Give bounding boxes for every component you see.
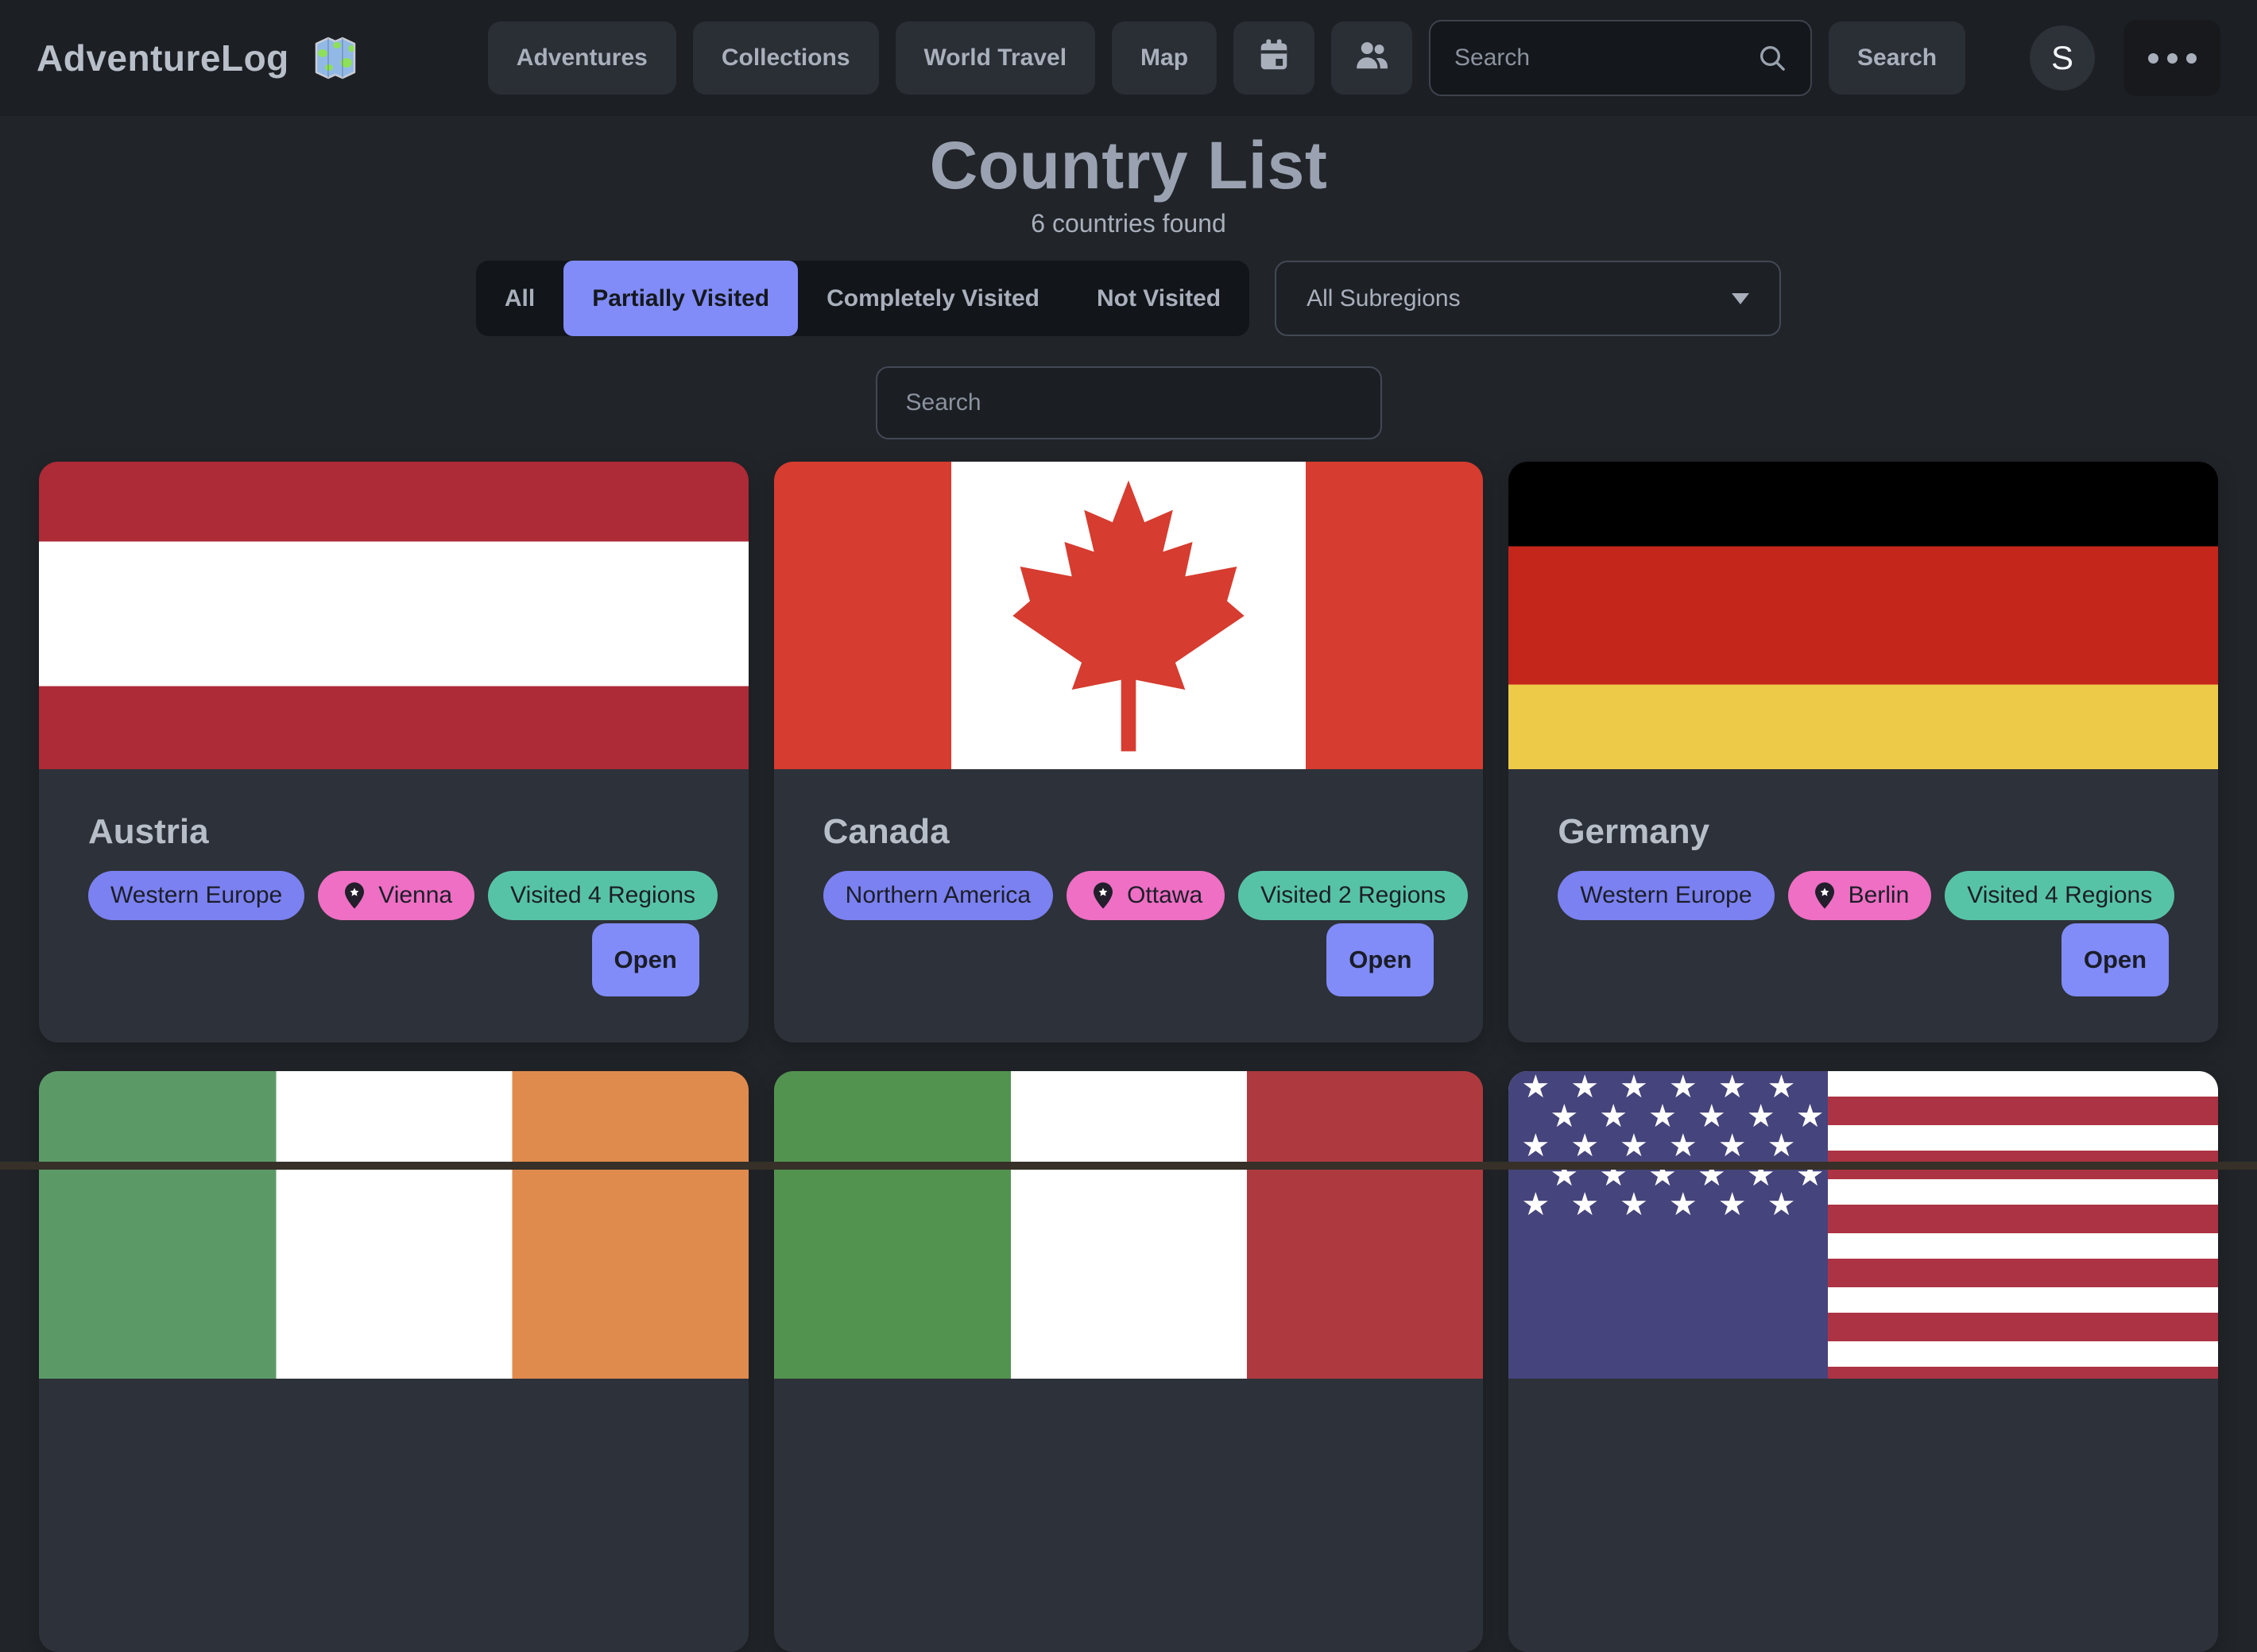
- ellipsis-icon: [2148, 53, 2158, 64]
- open-button[interactable]: Open: [1326, 923, 1434, 996]
- canada-flag: [774, 462, 1484, 769]
- open-button[interactable]: Open: [592, 923, 699, 996]
- visited-regions-badge: Visited 4 Regions: [488, 871, 718, 920]
- region-badge: Western Europe: [88, 871, 304, 920]
- subregion-select[interactable]: All Subregions: [1275, 261, 1781, 336]
- tab-partially-visited[interactable]: Partially Visited: [563, 261, 798, 336]
- users-button[interactable]: [1331, 21, 1412, 95]
- tab-completely-visited[interactable]: Completely Visited: [798, 261, 1068, 336]
- country-card-usa: [1508, 1071, 2218, 1652]
- calendar-button[interactable]: [1233, 21, 1314, 95]
- ireland-flag: [39, 1071, 749, 1379]
- country-card-ireland: [39, 1071, 749, 1652]
- capital-badge: Berlin: [1788, 871, 1932, 920]
- country-card-canada: Canada Northern America Ottawa Visited 2…: [774, 462, 1484, 1043]
- results-count: 6 countries found: [0, 209, 2257, 238]
- page-title: Country List: [0, 132, 2257, 199]
- tab-all[interactable]: All: [476, 261, 563, 336]
- capital-badge: Ottawa: [1067, 871, 1225, 920]
- region-badge: Northern America: [823, 871, 1053, 920]
- filter-row: All Partially Visited Completely Visited…: [0, 261, 2257, 336]
- navbar-search: [1429, 20, 1812, 96]
- visited-regions-badge: Visited 4 Regions: [1945, 871, 2174, 920]
- overflow-menu-button[interactable]: [2123, 20, 2220, 96]
- country-card-italy: [774, 1071, 1484, 1652]
- world-map-icon: [310, 33, 361, 83]
- nav-collections-button[interactable]: Collections: [693, 21, 879, 95]
- nav-world-travel-button[interactable]: World Travel: [896, 21, 1096, 95]
- country-card-austria: Austria Western Europe Vienna Visited 4 …: [39, 462, 749, 1043]
- country-name: Canada: [823, 812, 1434, 852]
- maple-leaf-icon: [993, 468, 1264, 764]
- country-name: Germany: [1558, 812, 2169, 852]
- country-search: [876, 366, 1382, 439]
- map-pin-icon: [1810, 881, 1839, 910]
- italy-flag: [774, 1071, 1484, 1379]
- main-nav: Adventures Collections World Travel Map: [488, 20, 1965, 96]
- nav-adventures-button[interactable]: Adventures: [488, 21, 676, 95]
- search-icon: [1756, 42, 1788, 74]
- nav-map-button[interactable]: Map: [1112, 21, 1217, 95]
- subregion-selected-value: All Subregions: [1307, 285, 1460, 312]
- capital-badge: Vienna: [318, 871, 474, 920]
- tab-not-visited[interactable]: Not Visited: [1068, 261, 1249, 336]
- navbar-search-button[interactable]: Search: [1829, 21, 1965, 95]
- map-pin-icon: [1089, 881, 1117, 910]
- austria-flag: [39, 462, 749, 769]
- country-card-germany: Germany Western Europe Berlin Visited 4 …: [1508, 462, 2218, 1043]
- calendar-icon: [1256, 37, 1292, 79]
- users-icon: [1353, 37, 1390, 79]
- germany-flag: [1508, 462, 2218, 769]
- usa-flag: [1508, 1071, 2218, 1379]
- brand[interactable]: AdventureLog: [37, 33, 361, 83]
- country-search-wrap: [0, 366, 2257, 439]
- avatar[interactable]: S: [2030, 25, 2095, 91]
- chevron-down-icon: [1732, 293, 1749, 304]
- country-search-input[interactable]: [904, 389, 1353, 417]
- visited-filter-tabs: All Partially Visited Completely Visited…: [476, 261, 1249, 336]
- open-button[interactable]: Open: [2061, 923, 2169, 996]
- brand-name: AdventureLog: [37, 37, 289, 79]
- region-badge: Western Europe: [1558, 871, 1774, 920]
- navbar-search-input[interactable]: [1453, 44, 1756, 72]
- usa-flag-canton: [1508, 1071, 1828, 1379]
- country-grid: Austria Western Europe Vienna Visited 4 …: [39, 462, 2218, 1652]
- visited-regions-badge: Visited 2 Regions: [1238, 871, 1468, 920]
- map-pin-icon: [340, 881, 369, 910]
- avatar-initial: S: [2051, 39, 2073, 77]
- country-name: Austria: [88, 812, 699, 852]
- viewport-bottom-strip: [0, 1162, 2257, 1170]
- navbar: AdventureLog Adventures Collections Worl…: [0, 0, 2257, 116]
